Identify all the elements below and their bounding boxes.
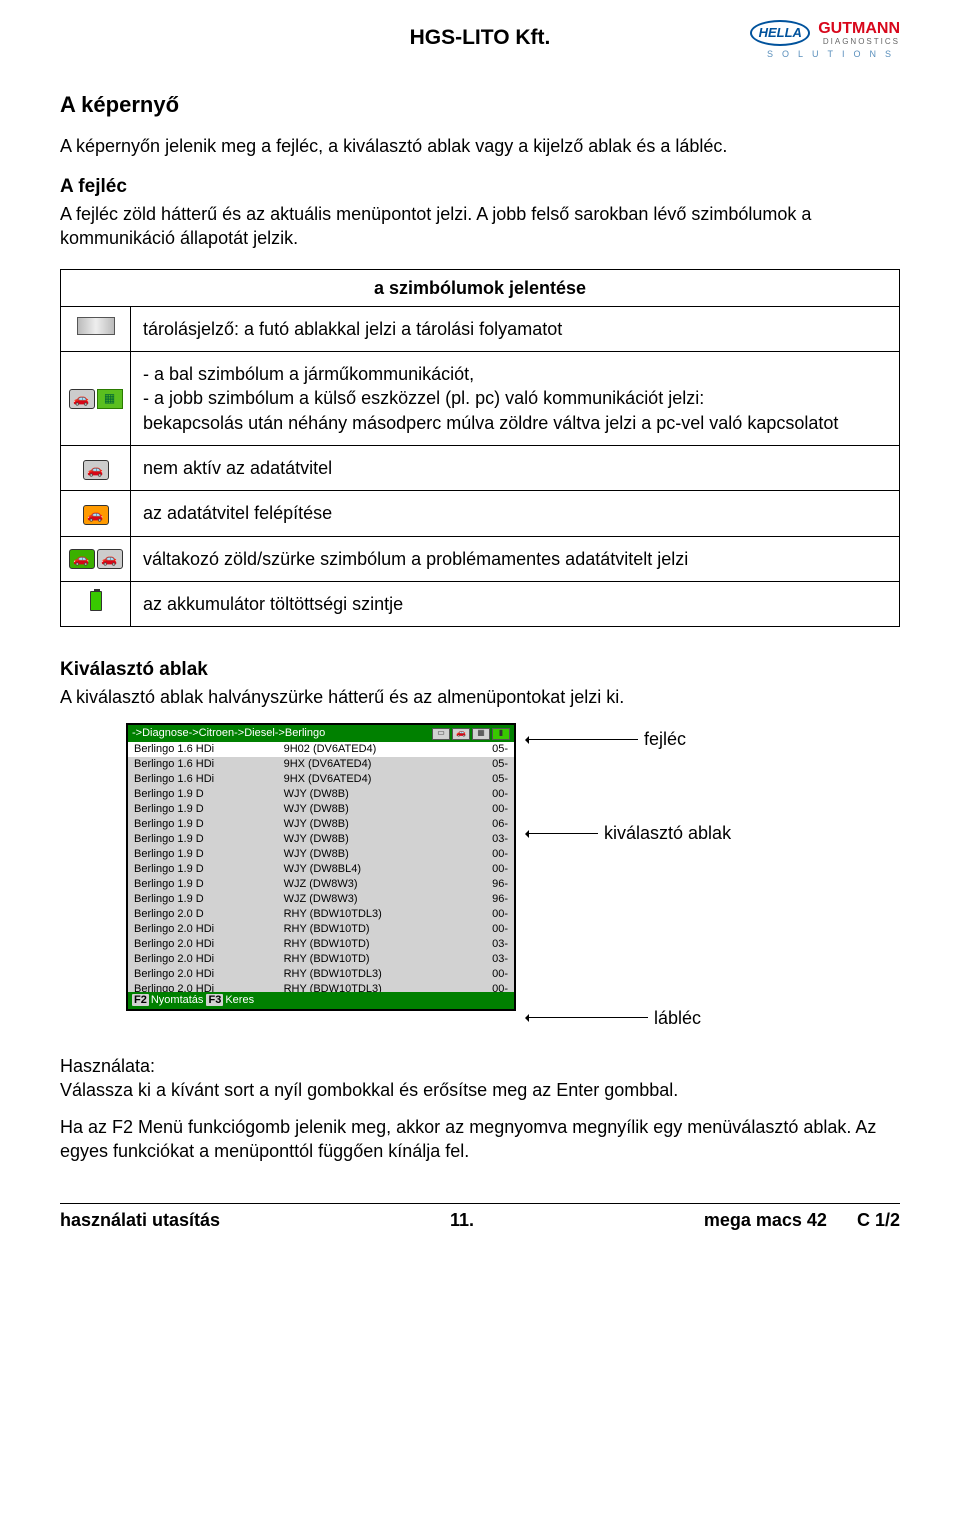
- list-item[interactable]: Berlingo 1.9 DWJY (DW8B)00-: [128, 787, 514, 802]
- battery-icon: [90, 591, 102, 611]
- symbol-desc: az akkumulátor töltöttségi szintje: [131, 581, 900, 626]
- company-title: HGS-LITO Kft.: [290, 20, 670, 52]
- f2-note-text: Ha az F2 Menü funkciógomb jelenik meg, a…: [60, 1115, 900, 1164]
- list-item[interactable]: Berlingo 1.9 DWJY (DW8B)03-: [128, 832, 514, 847]
- list-item[interactable]: Berlingo 2.0 HDiRHY (BDW10TDL3)00-: [128, 967, 514, 982]
- symbol-desc: váltakozó zöld/szürke szimbólum a problé…: [131, 536, 900, 581]
- titlebar-icon: ▦: [472, 728, 490, 740]
- screenshot-titlebar: ->Diagnose->Citroen->Diesel->Berlingo ▭ …: [128, 725, 514, 742]
- page-footer: használati utasítás 11. mega macs 42 C 1…: [60, 1203, 900, 1232]
- heading-select-window: Kiválasztó ablak: [60, 657, 900, 683]
- screenshot-list: Berlingo 1.6 HDi9H02 (DV6ATED4)05-Berlin…: [128, 742, 514, 992]
- titlebar-icon: 🚗: [452, 728, 470, 740]
- annot-label: fejléc: [644, 727, 686, 751]
- titlebar-icon: ▮: [492, 728, 510, 740]
- symbol-desc: tárolásjelző: a futó ablakkal jelzi a tá…: [131, 306, 900, 351]
- footer-left: használati utasítás: [60, 1208, 220, 1232]
- car-grey-icon: 🚗: [83, 460, 109, 480]
- symbol-desc: - a bal szimbólum a járműkommunikációt, …: [131, 352, 900, 446]
- car-grey-icon: 🚗: [69, 389, 95, 409]
- symbol-meaning-table: a szimbólumok jelentése tárolásjelző: a …: [60, 269, 900, 628]
- list-item[interactable]: Berlingo 2.0 DRHY (BDW10TDL3)00-: [128, 907, 514, 922]
- list-item[interactable]: Berlingo 1.9 DWJZ (DW8W3)96-: [128, 877, 514, 892]
- heading-screen: A képernyő: [60, 90, 900, 120]
- list-item[interactable]: Berlingo 1.6 HDi9HX (DV6ATED4)05-: [128, 772, 514, 787]
- fkey: F3: [206, 994, 223, 1006]
- list-item[interactable]: Berlingo 2.0 HDiRHY (BDW10TDL3)00-: [128, 982, 514, 992]
- symbol-desc: nem aktív az adatátvitel: [131, 445, 900, 490]
- hella-logo-icon: HELLA: [750, 20, 810, 46]
- car-grey-icon: 🚗: [97, 549, 123, 569]
- screenshot-frame: ->Diagnose->Citroen->Diesel->Berlingo ▭ …: [126, 723, 516, 1011]
- leader-line-icon: [528, 1017, 648, 1018]
- solutions-text: SOLUTIONS: [670, 50, 900, 60]
- symbol-desc: az adatátvitel felépítése: [131, 491, 900, 536]
- annot-label: kiválasztó ablak: [604, 821, 731, 845]
- list-item[interactable]: Berlingo 1.9 DWJY (DW8B)06-: [128, 817, 514, 832]
- brand-logos: HELLA GUTMANN DIAGNOSTICS SOLUTIONS: [670, 20, 900, 60]
- heading-header: A fejléc: [60, 174, 900, 200]
- list-item[interactable]: Berlingo 1.9 DWJY (DW8B)00-: [128, 847, 514, 862]
- gutmann-logo: GUTMANN: [818, 20, 900, 38]
- footer-product: mega macs 42: [704, 1210, 827, 1230]
- annotated-screenshot: ->Diagnose->Citroen->Diesel->Berlingo ▭ …: [126, 723, 900, 1030]
- symbol-table-heading: a szimbólumok jelentése: [61, 269, 900, 306]
- screenshot-footer: F2Nyomtatás F3Keres: [128, 992, 514, 1009]
- text-select-window: A kiválasztó ablak halványszürke hátterű…: [60, 685, 900, 709]
- list-item[interactable]: Berlingo 1.9 DWJY (DW8BL4)00-: [128, 862, 514, 877]
- list-item[interactable]: Berlingo 1.6 HDi9H02 (DV6ATED4)05-: [128, 742, 514, 757]
- list-item[interactable]: Berlingo 1.9 DWJZ (DW8W3)96-: [128, 892, 514, 907]
- annot-label: lábléc: [654, 1006, 701, 1030]
- list-item[interactable]: Berlingo 2.0 HDiRHY (BDW10TD)03-: [128, 952, 514, 967]
- list-item[interactable]: Berlingo 2.0 HDiRHY (BDW10TD)00-: [128, 922, 514, 937]
- fkey: F2: [132, 994, 149, 1006]
- text-screen-intro: A képernyőn jelenik meg a fejléc, a kivá…: [60, 134, 900, 158]
- leader-line-icon: [528, 833, 598, 834]
- diagnostics-text: DIAGNOSTICS: [818, 38, 900, 47]
- car-green-icon: 🚗: [69, 549, 95, 569]
- footer-page: C 1/2: [857, 1210, 900, 1230]
- usage-text: Válassza ki a kívánt sort a nyíl gombokk…: [60, 1078, 900, 1102]
- text-header-desc: A fejléc zöld hátterű és az aktuális men…: [60, 202, 900, 251]
- storage-indicator-icon: [77, 317, 115, 335]
- list-item[interactable]: Berlingo 1.6 HDi9HX (DV6ATED4)05-: [128, 757, 514, 772]
- chip-green-icon: ▦: [97, 389, 123, 409]
- car-orange-icon: 🚗: [83, 505, 109, 525]
- screenshot-title-text: ->Diagnose->Citroen->Diesel->Berlingo: [132, 726, 325, 741]
- footer-center: 11.: [450, 1208, 474, 1232]
- leader-line-icon: [528, 739, 638, 740]
- list-item[interactable]: Berlingo 1.9 DWJY (DW8B)00-: [128, 802, 514, 817]
- titlebar-icon: ▭: [432, 728, 450, 740]
- list-item[interactable]: Berlingo 2.0 HDiRHY (BDW10TD)03-: [128, 937, 514, 952]
- page-header: HGS-LITO Kft. HELLA GUTMANN DIAGNOSTICS …: [60, 20, 900, 60]
- usage-heading: Használata:: [60, 1054, 900, 1078]
